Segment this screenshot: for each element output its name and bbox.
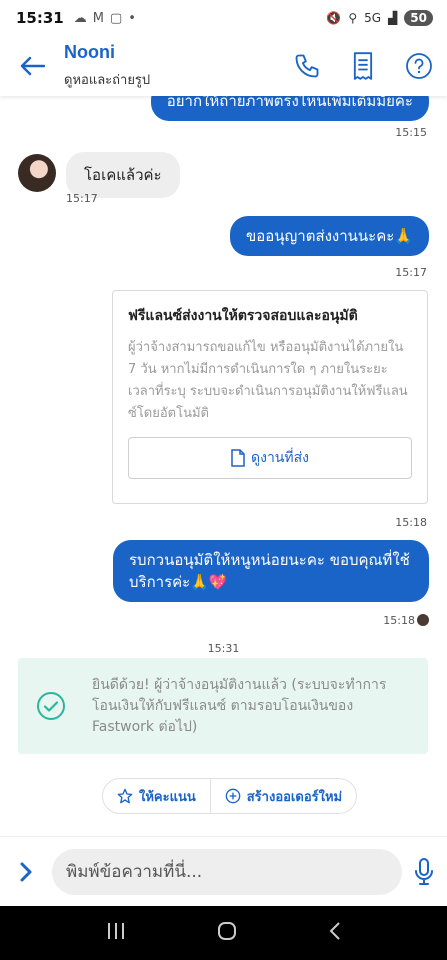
contact-info[interactable]: Nooni ดูหอและถ่ายรูป bbox=[64, 42, 279, 90]
card-body: ผู้ว่าจ้างสามารถขอแก้ไข หรืออนุมัติงานได… bbox=[128, 340, 408, 421]
read-receipt-avatar bbox=[417, 614, 429, 626]
system-navbar bbox=[0, 906, 447, 960]
approval-notice: ยินดีด้วย! ผู้ว่าจ้างอนุมัติงานแล้ว (ระบ… bbox=[18, 658, 428, 754]
battery-indicator: 50 bbox=[404, 10, 433, 26]
rate-button[interactable]: ให้คะแนน bbox=[102, 778, 211, 814]
notification-icons: ☁ M ▢ • bbox=[74, 11, 136, 26]
system-icons: 🔇 ⚲ 5G ▟ 50 bbox=[326, 10, 433, 26]
screen-icon: ▢ bbox=[109, 10, 123, 26]
contact-name: Nooni bbox=[64, 42, 115, 62]
message-time: 15:15 bbox=[395, 126, 427, 139]
status-bar: 15:31 ☁ M ▢ • 🔇 ⚲ 5G ▟ 50 bbox=[0, 0, 447, 36]
star-icon bbox=[117, 788, 133, 804]
mail-icon: M bbox=[92, 10, 104, 26]
back-button[interactable] bbox=[0, 36, 64, 96]
action-buttons: ให้คะแนน สร้างออเดอร์ใหม่ bbox=[102, 778, 358, 814]
message-time: 15:17 bbox=[66, 192, 98, 205]
document-icon bbox=[231, 449, 245, 467]
call-button[interactable] bbox=[279, 36, 335, 96]
receipt-icon bbox=[353, 52, 373, 80]
system-back-button[interactable] bbox=[328, 921, 342, 945]
home-button[interactable] bbox=[217, 921, 237, 945]
phone-icon bbox=[295, 54, 319, 78]
approval-notice-text: ยินดีด้วย! ผู้ว่าจ้างอนุมัติงานแล้ว (ระบ… bbox=[92, 676, 387, 735]
card-title: ฟรีแลนซ์ส่งงานให้ตรวจสอบและอนุมัติ bbox=[128, 308, 358, 324]
view-submission-button[interactable]: ดูงานที่ส่ง bbox=[128, 437, 412, 479]
voice-button[interactable] bbox=[402, 857, 446, 886]
recents-icon bbox=[107, 923, 124, 939]
plus-circle-icon bbox=[225, 788, 241, 804]
rate-label: ให้คะแนน bbox=[139, 789, 196, 805]
chevron-right-icon bbox=[20, 862, 32, 881]
receipt-button[interactable] bbox=[335, 36, 391, 96]
home-icon bbox=[217, 922, 236, 940]
new-order-button[interactable]: สร้างออเดอร์ใหม่ bbox=[210, 778, 358, 814]
view-submission-label: ดูงานที่ส่ง bbox=[251, 450, 309, 466]
expand-button[interactable] bbox=[0, 862, 52, 882]
dot-icon: • bbox=[128, 10, 136, 26]
check-circle-icon bbox=[37, 692, 65, 720]
chat-area[interactable]: อยากให้ถ่ายภาพตรงไหนเพิ่มเติมมั้ยคะ 15:1… bbox=[0, 96, 447, 836]
date-divider: 15:31 bbox=[207, 642, 240, 655]
status-time: 15:31 bbox=[16, 9, 64, 27]
chevron-left-icon bbox=[329, 922, 340, 940]
message-outgoing: ขออนุญาตส่งงานนะคะ🙏 bbox=[229, 216, 429, 256]
network-label: 5G bbox=[364, 11, 382, 25]
message-outgoing: รบกวนอนุมัติให้หนูหน่อยนะคะ ขอบคุณที่ใช้… bbox=[113, 540, 429, 602]
microphone-icon bbox=[415, 857, 433, 885]
arrow-left-icon bbox=[20, 56, 45, 76]
recents-button[interactable] bbox=[106, 922, 126, 944]
message-time: 15:18 bbox=[383, 614, 415, 627]
message-input[interactable] bbox=[52, 848, 402, 895]
avatar[interactable] bbox=[18, 154, 56, 192]
message-time: 15:18 bbox=[395, 516, 427, 529]
chat-header: Nooni ดูหอและถ่ายรูป bbox=[0, 36, 447, 96]
location-icon: ⚲ bbox=[348, 11, 358, 25]
composer bbox=[0, 836, 447, 906]
delivery-card: ฟรีแลนซ์ส่งงานให้ตรวจสอบและอนุมัติ ผู้ว่… bbox=[112, 290, 428, 504]
contact-subtitle: ดูหอและถ่ายรูป bbox=[64, 73, 151, 88]
mute-icon: 🔇 bbox=[326, 11, 342, 25]
signal-icon: ▟ bbox=[388, 11, 398, 25]
new-order-label: สร้างออเดอร์ใหม่ bbox=[246, 789, 343, 805]
help-icon bbox=[406, 53, 432, 79]
message-outgoing: อยากให้ถ่ายภาพตรงไหนเพิ่มเติมมั้ยคะ bbox=[150, 96, 429, 121]
help-button[interactable] bbox=[391, 36, 447, 96]
cloud-icon: ☁ bbox=[73, 10, 87, 26]
message-time: 15:17 bbox=[395, 266, 427, 279]
